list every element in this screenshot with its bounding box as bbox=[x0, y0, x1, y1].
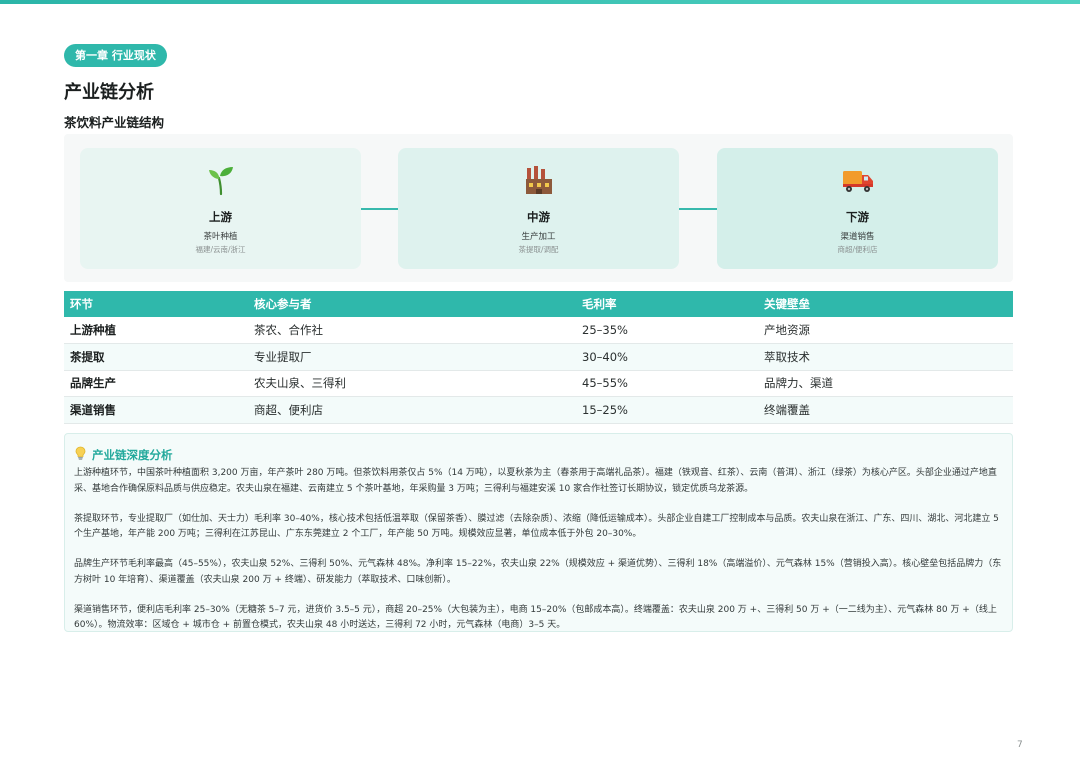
table-header-cell: 环节 bbox=[64, 291, 248, 317]
analysis-paragraph: 渠道销售环节，便利店毛利率 25–30%（无糖茶 5–7 元，进货价 3.5–5… bbox=[74, 604, 997, 631]
table-row: 渠道销售 商超、便利店 15–25% 终端覆盖 bbox=[64, 396, 1013, 424]
chain-connector bbox=[361, 208, 399, 210]
analysis-callout: 产业链深度分析 上游种植环节，中国茶叶种植面积 3,200 万亩，年产茶叶 28… bbox=[64, 433, 1013, 632]
table-cell: 上游种植 bbox=[64, 317, 248, 344]
table-cell: 品牌生产 bbox=[64, 370, 248, 397]
lightbulb-icon bbox=[75, 445, 86, 464]
table-cell: 25–35% bbox=[576, 317, 758, 344]
industry-chain-table: 环节 核心参与者 毛利率 关键壁垒 上游种植 茶农、合作社 25–35% 产地资… bbox=[64, 291, 1013, 424]
table-cell: 渠道销售 bbox=[64, 396, 248, 424]
seedling-icon bbox=[80, 162, 361, 198]
chain-card-note: 福建/云南/浙江 bbox=[195, 245, 246, 254]
table-cell: 茶提取 bbox=[64, 343, 248, 371]
table-cell: 茶农、合作社 bbox=[248, 317, 576, 344]
table-cell: 萃取技术 bbox=[758, 343, 1013, 371]
chain-card-desc: 生产加工 bbox=[521, 232, 556, 242]
chain-card-upstream: 上游 茶叶种植 福建/云南/浙江 bbox=[80, 148, 361, 269]
table-header-row: 环节 核心参与者 毛利率 关键壁垒 bbox=[64, 291, 1013, 317]
chain-card-title: 中游 bbox=[527, 210, 550, 224]
page-number: 7 bbox=[1017, 740, 1023, 750]
analysis-paragraph: 上游种植环节，中国茶叶种植面积 3,200 万亩，年产茶叶 280 万吨。但茶饮… bbox=[74, 468, 997, 494]
chain-card-note: 商超/便利店 bbox=[837, 245, 878, 254]
table-cell: 30–40% bbox=[576, 343, 758, 371]
top-accent-bar bbox=[0, 0, 1080, 4]
table-cell: 45–55% bbox=[576, 370, 758, 397]
table-row: 茶提取 专业提取厂 30–40% 萃取技术 bbox=[64, 343, 1013, 371]
chain-card-title: 下游 bbox=[846, 210, 869, 224]
table-header-cell: 核心参与者 bbox=[248, 291, 576, 317]
table-cell: 商超、便利店 bbox=[248, 396, 576, 424]
table-cell: 15–25% bbox=[576, 396, 758, 424]
table-cell: 终端覆盖 bbox=[758, 396, 1013, 424]
table-header-cell: 毛利率 bbox=[576, 291, 758, 317]
chapter-badge: 第一章 行业现状 bbox=[64, 44, 167, 67]
table-row: 上游种植 茶农、合作社 25–35% 产地资源 bbox=[64, 317, 1013, 344]
delivery-truck-icon bbox=[717, 162, 998, 198]
analysis-paragraph: 茶提取环节，专业提取厂（如仕加、天士力）毛利率 30–40%，核心技术包括低温萃… bbox=[74, 513, 999, 540]
table-cell: 品牌力、渠道 bbox=[758, 370, 1013, 397]
chain-card-desc: 茶叶种植 bbox=[203, 232, 238, 242]
analysis-title: 产业链深度分析 bbox=[92, 447, 173, 462]
analysis-paragraph: 品牌生产环节毛利率最高（45–55%），农夫山泉 52%、三得利 50%、元气森… bbox=[74, 559, 1002, 585]
chain-card-title: 上游 bbox=[209, 210, 232, 224]
chain-connector bbox=[679, 208, 717, 210]
industry-chain-diagram: 上游 茶叶种植 福建/云南/浙江 中游 生产加工 茶提取/调配 下游 渠道销售 … bbox=[64, 134, 1013, 282]
factory-icon bbox=[398, 162, 679, 198]
table-cell: 专业提取厂 bbox=[248, 343, 576, 371]
table-cell: 产地资源 bbox=[758, 317, 1013, 344]
chain-card-desc: 渠道销售 bbox=[840, 232, 875, 242]
table-header-cell: 关键壁垒 bbox=[758, 291, 1013, 317]
chain-card-downstream: 下游 渠道销售 商超/便利店 bbox=[717, 148, 998, 269]
chain-card-note: 茶提取/调配 bbox=[518, 245, 559, 254]
page-title: 产业链分析 bbox=[64, 82, 154, 103]
table-cell: 农夫山泉、三得利 bbox=[248, 370, 576, 397]
table-row: 品牌生产 农夫山泉、三得利 45–55% 品牌力、渠道 bbox=[64, 370, 1013, 397]
chain-card-midstream: 中游 生产加工 茶提取/调配 bbox=[398, 148, 679, 269]
analysis-header: 产业链深度分析 bbox=[75, 445, 173, 464]
analysis-body: 上游种植环节，中国茶叶种植面积 3,200 万亩，年产茶叶 280 万吨。但茶饮… bbox=[74, 466, 1002, 648]
section-subtitle: 茶饮料产业链结构 bbox=[64, 115, 165, 130]
